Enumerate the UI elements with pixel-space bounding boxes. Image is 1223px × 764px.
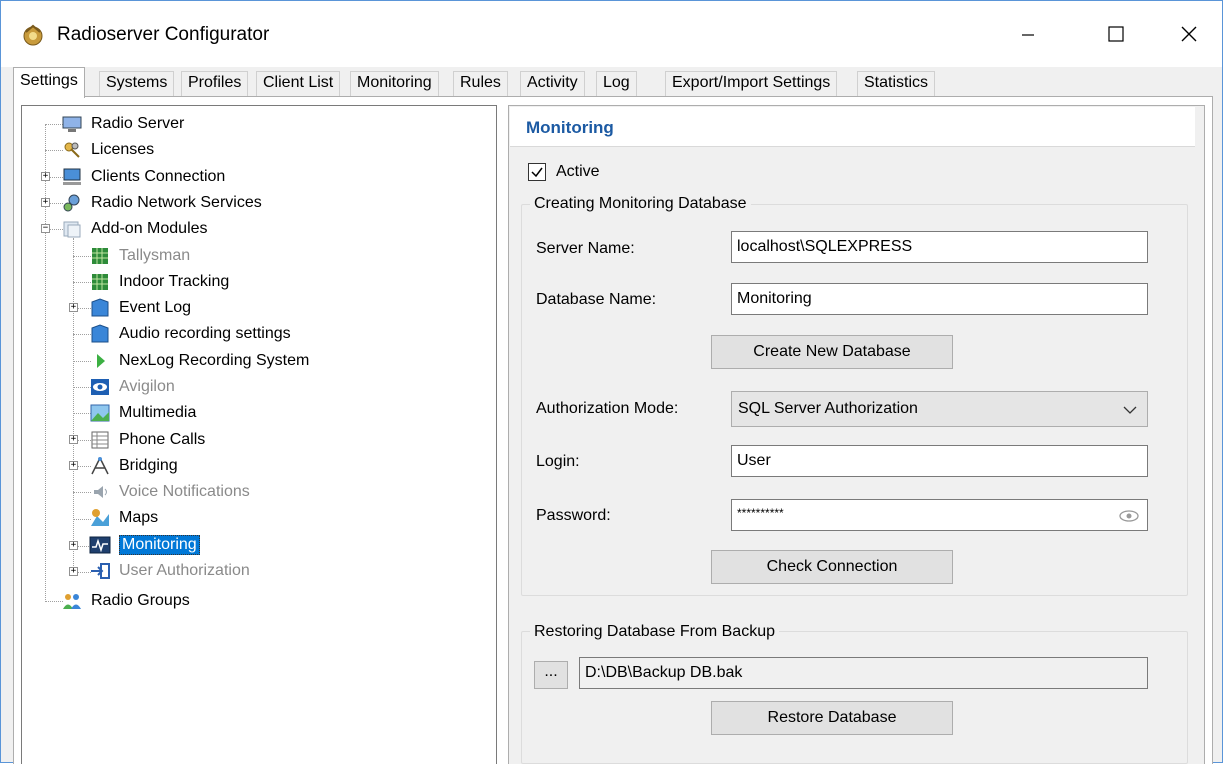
tree-item-tallysman[interactable]: Tallysman [89,243,190,269]
app-window: Radioserver Configurator Settings System… [0,0,1223,764]
main-tabs: Settings Systems Profiles Client List Mo… [13,67,1209,98]
network-computer-icon [61,166,83,188]
check-connection-button[interactable]: Check Connection [711,550,953,584]
login-input[interactable]: User [731,445,1148,477]
active-checkbox[interactable] [528,163,546,181]
expand-toggle[interactable]: + [69,541,78,550]
tab-statistics[interactable]: Statistics [857,71,936,97]
password-label: Password: [536,507,611,524]
log-book-icon [89,297,111,319]
tree-item-phone-calls[interactable]: Phone Calls [89,427,205,453]
database-name-label: Database Name: [536,291,657,308]
restore-database-button[interactable]: Restore Database [711,701,953,735]
radioserver-app-icon [21,23,45,47]
server-name-label: Server Name: [536,240,635,257]
picture-icon [89,402,111,424]
authorization-mode-label: Authorization Mode: [536,400,679,417]
tree-item-bridging[interactable]: Bridging [89,453,178,479]
backup-path-field[interactable]: D:\DB\Backup DB.bak [579,657,1148,689]
minimize-button[interactable] [996,11,1060,57]
tree-item-maps[interactable]: Maps [89,505,158,531]
expand-toggle[interactable]: + [69,303,78,312]
gears-icon [61,192,83,214]
maximize-button[interactable] [1084,11,1148,57]
expand-toggle[interactable]: + [41,198,50,207]
tab-settings[interactable]: Settings [13,67,85,98]
tree-connector [45,124,46,602]
active-label: Active [556,163,600,180]
show-password-eye-icon[interactable] [1119,509,1139,523]
section-title: Monitoring [510,107,1195,147]
tree-item-audio-recording-settings[interactable]: Audio recording settings [89,321,291,347]
password-input[interactable]: ********** [731,499,1148,531]
audio-book-icon [89,323,111,345]
tree-item-indoor-tracking[interactable]: Indoor Tracking [89,269,229,295]
tab-export-import-settings[interactable]: Export/Import Settings [665,71,838,97]
tree-item-clients-connection[interactable]: Clients Connection [61,164,225,190]
tree-item-monitoring[interactable]: Monitoring [89,532,200,558]
minimize-icon [1022,34,1034,36]
authorization-mode-value: SQL Server Authorization [738,400,918,417]
login-label: Login: [536,453,580,470]
maximize-icon [1108,26,1124,42]
green-arrow-icon [89,350,111,372]
close-button[interactable] [1157,11,1221,57]
expand-toggle[interactable]: + [69,435,78,444]
eye-icon [89,376,111,398]
password-value: ********** [737,506,784,520]
restore-database-legend: Restoring Database From Backup [530,623,779,641]
grid-green-icon [89,245,111,267]
browse-backup-button[interactable]: ... [534,661,568,689]
tree-item-user-authorization[interactable]: User Authorization [89,558,250,584]
tree-item-add-on-modules[interactable]: Add-on Modules [61,216,208,242]
tab-client-list[interactable]: Client List [256,71,341,97]
tab-log[interactable]: Log [596,71,637,97]
authorization-mode-select[interactable]: SQL Server Authorization [731,391,1148,427]
speaker-icon [89,481,111,503]
active-checkbox-row[interactable]: Active [528,163,600,181]
grid-green-icon [89,271,111,293]
tree-item-multimedia[interactable]: Multimedia [89,400,196,426]
server-icon [61,113,83,135]
collapse-toggle[interactable]: − [41,224,50,233]
tree-item-avigilon[interactable]: Avigilon [89,374,175,400]
create-new-database-button[interactable]: Create New Database [711,335,953,369]
monitor-chart-icon [89,534,111,556]
tab-rules[interactable]: Rules [453,71,508,97]
keys-icon [61,139,83,161]
login-arrow-icon [89,560,111,582]
restore-database-group [521,631,1188,764]
tab-activity[interactable]: Activity [520,71,585,97]
checkmark-icon [531,167,543,178]
server-name-input[interactable]: localhost\SQLEXPRESS [731,231,1148,263]
tab-systems[interactable]: Systems [99,71,175,97]
close-icon [1181,26,1197,42]
chevron-down-icon [1123,406,1137,414]
map-icon [89,507,111,529]
settings-tree[interactable]: + + − + + + + + Radio Server Licenses Cl… [21,105,497,764]
title-bar: Radioserver Configurator [1,1,1222,67]
tree-item-radio-groups[interactable]: Radio Groups [61,588,190,614]
tab-monitoring[interactable]: Monitoring [350,71,439,97]
users-group-icon [61,590,83,612]
expand-toggle[interactable]: + [41,172,50,181]
tree-item-nexlog-recording-system[interactable]: NexLog Recording System [89,348,309,374]
tree-connector [73,238,74,574]
expand-toggle[interactable]: + [69,461,78,470]
phone-table-icon [89,429,111,451]
expand-toggle[interactable]: + [69,567,78,576]
tree-item-radio-server[interactable]: Radio Server [61,111,184,137]
modules-icon [61,218,83,240]
tree-item-radio-network-services[interactable]: Radio Network Services [61,190,262,216]
bridging-icon [89,455,111,477]
tab-profiles[interactable]: Profiles [181,71,249,97]
tree-item-licenses[interactable]: Licenses [61,137,154,163]
tree-item-voice-notifications[interactable]: Voice Notifications [89,479,250,505]
tree-item-event-log[interactable]: Event Log [89,295,191,321]
database-name-input[interactable]: Monitoring [731,283,1148,315]
create-database-legend: Creating Monitoring Database [530,195,751,213]
window-title: Radioserver Configurator [57,24,270,45]
